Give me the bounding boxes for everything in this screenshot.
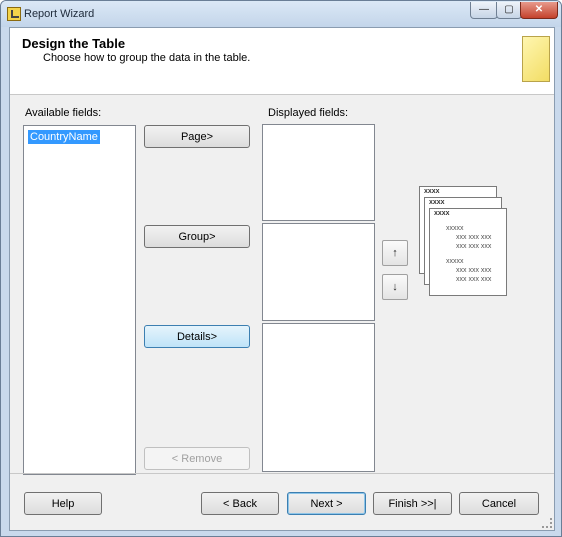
help-button[interactable]: Help xyxy=(24,492,102,515)
finish-button[interactable]: Finish >>| xyxy=(373,492,452,515)
preview-page-front: xxxx xxxxx xxx xxx xxx xxx xxx xxx xxxxx… xyxy=(429,208,507,296)
resize-grip[interactable] xyxy=(542,518,552,528)
remove-button[interactable]: < Remove xyxy=(144,447,250,470)
wizard-header: Design the Table Choose how to group the… xyxy=(10,28,554,95)
page-title: Design the Table xyxy=(22,36,126,51)
page-subtitle: Choose how to group the data in the tabl… xyxy=(43,52,251,64)
next-button[interactable]: Next > xyxy=(287,492,366,515)
cancel-button[interactable]: Cancel xyxy=(459,492,539,515)
minimize-button[interactable]: — xyxy=(470,2,498,19)
footer-divider xyxy=(10,473,554,474)
group-fields-list[interactable] xyxy=(262,223,375,321)
title-bar[interactable]: Report Wizard — ▢ ✕ xyxy=(1,1,561,27)
list-item-countryname[interactable]: CountryName xyxy=(28,130,100,144)
details-fields-list[interactable] xyxy=(262,323,375,472)
displayed-fields-label: Displayed fields: xyxy=(268,107,349,119)
move-down-button[interactable]: ↓ xyxy=(382,274,408,300)
details-button[interactable]: Details> xyxy=(144,325,250,348)
available-fields-list[interactable]: CountryName xyxy=(23,125,136,475)
back-button[interactable]: < Back xyxy=(201,492,279,515)
wizard-client-area: Design the Table Choose how to group the… xyxy=(9,27,555,531)
maximize-button[interactable]: ▢ xyxy=(496,2,522,19)
window-title: Report Wizard xyxy=(24,8,95,20)
report-wizard-icon xyxy=(7,7,21,21)
layout-preview: xxxx xxxx xxxx xxxxx xxx xxx xxx xxx xxx… xyxy=(419,186,511,298)
report-wizard-window: Report Wizard — ▢ ✕ Design the Table Cho… xyxy=(0,0,562,537)
page-fields-list[interactable] xyxy=(262,124,375,221)
group-button[interactable]: Group> xyxy=(144,225,250,248)
page-button[interactable]: Page> xyxy=(144,125,250,148)
wizard-footer: Help < Back Next > Finish >>| Cancel xyxy=(10,473,554,530)
wizard-notes-icon xyxy=(519,36,550,87)
move-up-button[interactable]: ↑ xyxy=(382,240,408,266)
available-fields-label: Available fields: xyxy=(25,107,102,119)
close-button[interactable]: ✕ xyxy=(520,2,558,19)
